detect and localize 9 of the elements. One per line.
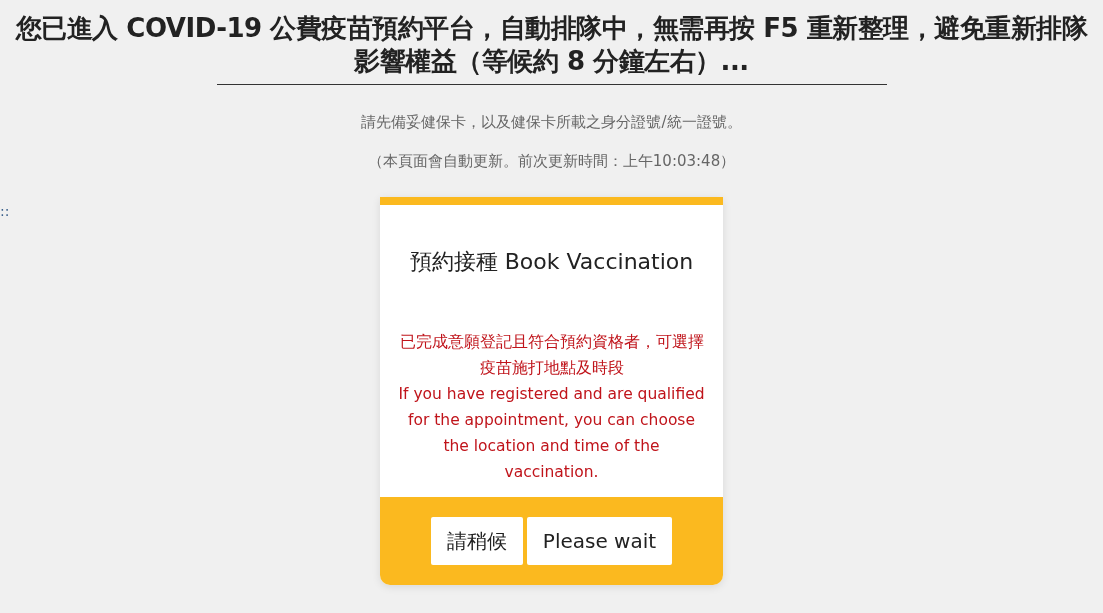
wait-button[interactable]: Please wait <box>526 517 673 565</box>
page-heading: 您已進入 COVID-19 公費疫苗預約平台，自動排隊中，無需再按 F5 重新整理，避免重新排隊影響權益（等候約 8 分鐘左右）... <box>14 12 1089 78</box>
notice-text: 已完成意願登記且符合預約資格者，可選擇疫苗施打地點及時段 <box>398 332 705 379</box>
side-marker: :: <box>0 203 10 219</box>
instruction-text: 請先備妥健保卡，以及健保卡所載之身分證號/統一證號。 <box>360 113 743 132</box>
wait-button[interactable]: 請稍候 <box>430 517 523 565</box>
update-note: （本頁面會自動更新。前次更新時間：上午10:03:48） <box>366 152 737 171</box>
card-title: 預約接種 Book Vaccination <box>408 248 695 276</box>
notice-text: If you have registered and are qualified for the appointment, you can choose the location and time of the vaccination. <box>397 384 706 483</box>
